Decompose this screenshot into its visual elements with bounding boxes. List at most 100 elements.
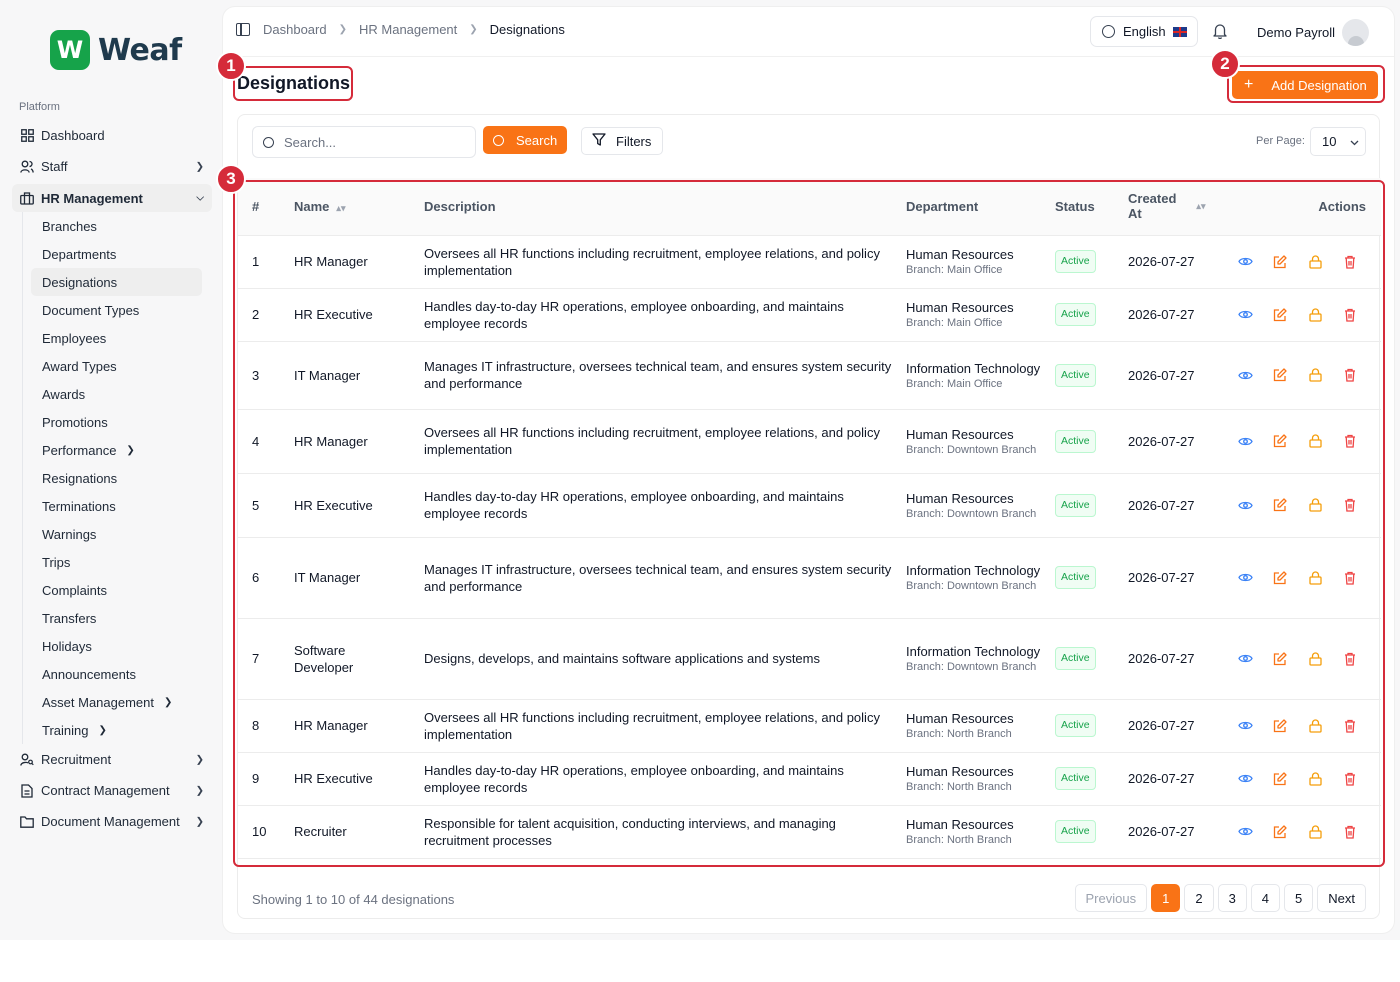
lock-icon[interactable] [1307,433,1323,449]
department-name: Human Resources [906,490,1014,506]
status-cell: Active [1055,409,1128,474]
actions-cell [1224,752,1381,806]
sidebar-subitem-promotions[interactable]: Promotions [31,408,202,436]
trash-icon[interactable] [1342,497,1358,513]
edit-icon[interactable] [1272,651,1288,667]
eye-icon[interactable] [1237,651,1253,667]
edit-icon[interactable] [1272,367,1288,383]
sidebar-subitem-holidays[interactable]: Holidays [31,632,202,660]
sidebar-subitem-asset-management[interactable]: Asset Management ❯ [31,688,202,716]
page-button[interactable]: 3 [1217,884,1247,912]
search-field[interactable] [252,126,476,158]
trash-icon[interactable] [1342,254,1358,270]
lock-icon[interactable] [1307,824,1323,840]
edit-icon[interactable] [1272,824,1288,840]
lock-icon[interactable] [1307,651,1323,667]
edit-icon[interactable] [1272,497,1288,513]
trash-icon[interactable] [1342,570,1358,586]
per-page-select[interactable]: 10 [1310,127,1366,156]
lock-icon[interactable] [1307,718,1323,734]
col-header-created-at[interactable]: Created At ▴▾ [1128,178,1224,236]
lock-icon[interactable] [1307,254,1323,270]
breadcrumb-dashboard[interactable]: Dashboard [263,22,327,37]
user-menu[interactable]: Demo Payroll [1257,19,1370,46]
sidebar-subitem-complaints[interactable]: Complaints [31,576,202,604]
actions-cell [1224,699,1381,753]
lock-icon[interactable] [1307,570,1323,586]
sidebar-item-hr-management[interactable]: HR Management ⌵ [12,184,212,212]
page-button[interactable]: 1 [1151,884,1181,912]
edit-icon[interactable] [1272,771,1288,787]
lock-icon[interactable] [1307,497,1323,513]
sidebar-subitem-warnings[interactable]: Warnings [31,520,202,548]
brand-logo[interactable]: W Weaf [50,30,182,70]
trash-icon[interactable] [1342,651,1358,667]
edit-icon[interactable] [1272,254,1288,270]
lock-icon[interactable] [1307,307,1323,323]
table-row: 7 Software Developer Designs, develops, an… [238,618,1381,700]
sidebar-subitem-employees[interactable]: Employees [31,324,202,352]
sidebar-subitem-resignations[interactable]: Resignations [31,464,202,492]
eye-icon[interactable] [1237,307,1253,323]
branch-name: Branch: Downtown Branch [906,443,1037,456]
search-button[interactable]: Search [483,126,567,154]
eye-icon[interactable] [1237,824,1253,840]
trash-icon[interactable] [1342,771,1358,787]
edit-icon[interactable] [1272,307,1288,323]
search-input[interactable] [284,134,454,150]
bell-icon[interactable] [1213,23,1227,40]
chevron-right-icon: ❯ [195,754,204,765]
lock-icon[interactable] [1307,771,1323,787]
edit-icon[interactable] [1272,718,1288,734]
sidebar-subitem-terminations[interactable]: Terminations [31,492,202,520]
status-badge: Active [1055,250,1096,273]
eye-icon[interactable] [1237,367,1253,383]
eye-icon[interactable] [1237,718,1253,734]
sidebar-subitem-branches[interactable]: Branches [31,212,202,240]
sidebar-item-dashboard[interactable]: Dashboard [12,120,212,151]
sidebar-subitem-departments[interactable]: Departments [31,240,202,268]
sidebar-subitem-awards[interactable]: Awards [31,380,202,408]
actions-cell [1224,618,1381,700]
trash-icon[interactable] [1342,433,1358,449]
sidebar-subitem-designations[interactable]: Designations [31,268,202,296]
sidebar-subitem-award-types[interactable]: Award Types [31,352,202,380]
trash-icon[interactable] [1342,307,1358,323]
eye-icon[interactable] [1237,771,1253,787]
add-designation-button[interactable]: + Add Designation [1232,71,1378,99]
eye-icon[interactable] [1237,433,1253,449]
sidebar-subitem-performance[interactable]: Performance ❯ [31,436,202,464]
breadcrumb-hr-management[interactable]: HR Management [359,22,457,37]
status-cell: Active [1055,805,1128,859]
page-button[interactable]: 4 [1250,884,1281,912]
eye-icon[interactable] [1237,570,1253,586]
trash-icon[interactable] [1342,718,1358,734]
trash-icon[interactable] [1342,367,1358,383]
eye-icon[interactable] [1237,254,1253,270]
table-row: 3 IT Manager Manages IT infrastructure, ov… [238,341,1381,410]
eye-icon[interactable] [1237,497,1253,513]
sidebar-item-contract-management[interactable]: Contract Management ❯ [12,775,212,806]
sidebar-item-document-management[interactable]: Document Management ❯ [12,806,212,837]
sidebar-subitem-document-types[interactable]: Document Types [31,296,202,324]
previous-page-button[interactable]: Previous [1074,884,1148,912]
table-row: 6 IT Manager Manages IT infrastructure, ov… [238,537,1381,619]
lock-icon[interactable] [1307,367,1323,383]
sidebar-subitem-transfers[interactable]: Transfers [31,604,202,632]
sidebar-subitem-trips[interactable]: Trips [31,548,202,576]
language-selector[interactable]: English [1090,16,1198,47]
sidebar-subitem-announcements[interactable]: Announcements [31,660,202,688]
page-button[interactable]: 2 [1184,884,1214,912]
col-header-name[interactable]: Name ▴▾ [294,178,424,236]
trash-icon[interactable] [1342,824,1358,840]
sidebar-item-recruitment[interactable]: Recruitment ❯ [12,744,212,775]
edit-icon[interactable] [1272,570,1288,586]
sidebar-item-staff[interactable]: Staff ❯ [12,151,212,182]
page-button[interactable]: 5 [1284,884,1314,912]
edit-icon[interactable] [1272,433,1288,449]
department-name: Information Technology [906,360,1041,376]
sidebar-subitem-training[interactable]: Training ❯ [31,716,202,744]
sidebar-toggle-icon[interactable] [236,23,250,36]
next-page-button[interactable]: Next [1317,884,1366,912]
filters-button[interactable]: Filters [581,127,663,155]
